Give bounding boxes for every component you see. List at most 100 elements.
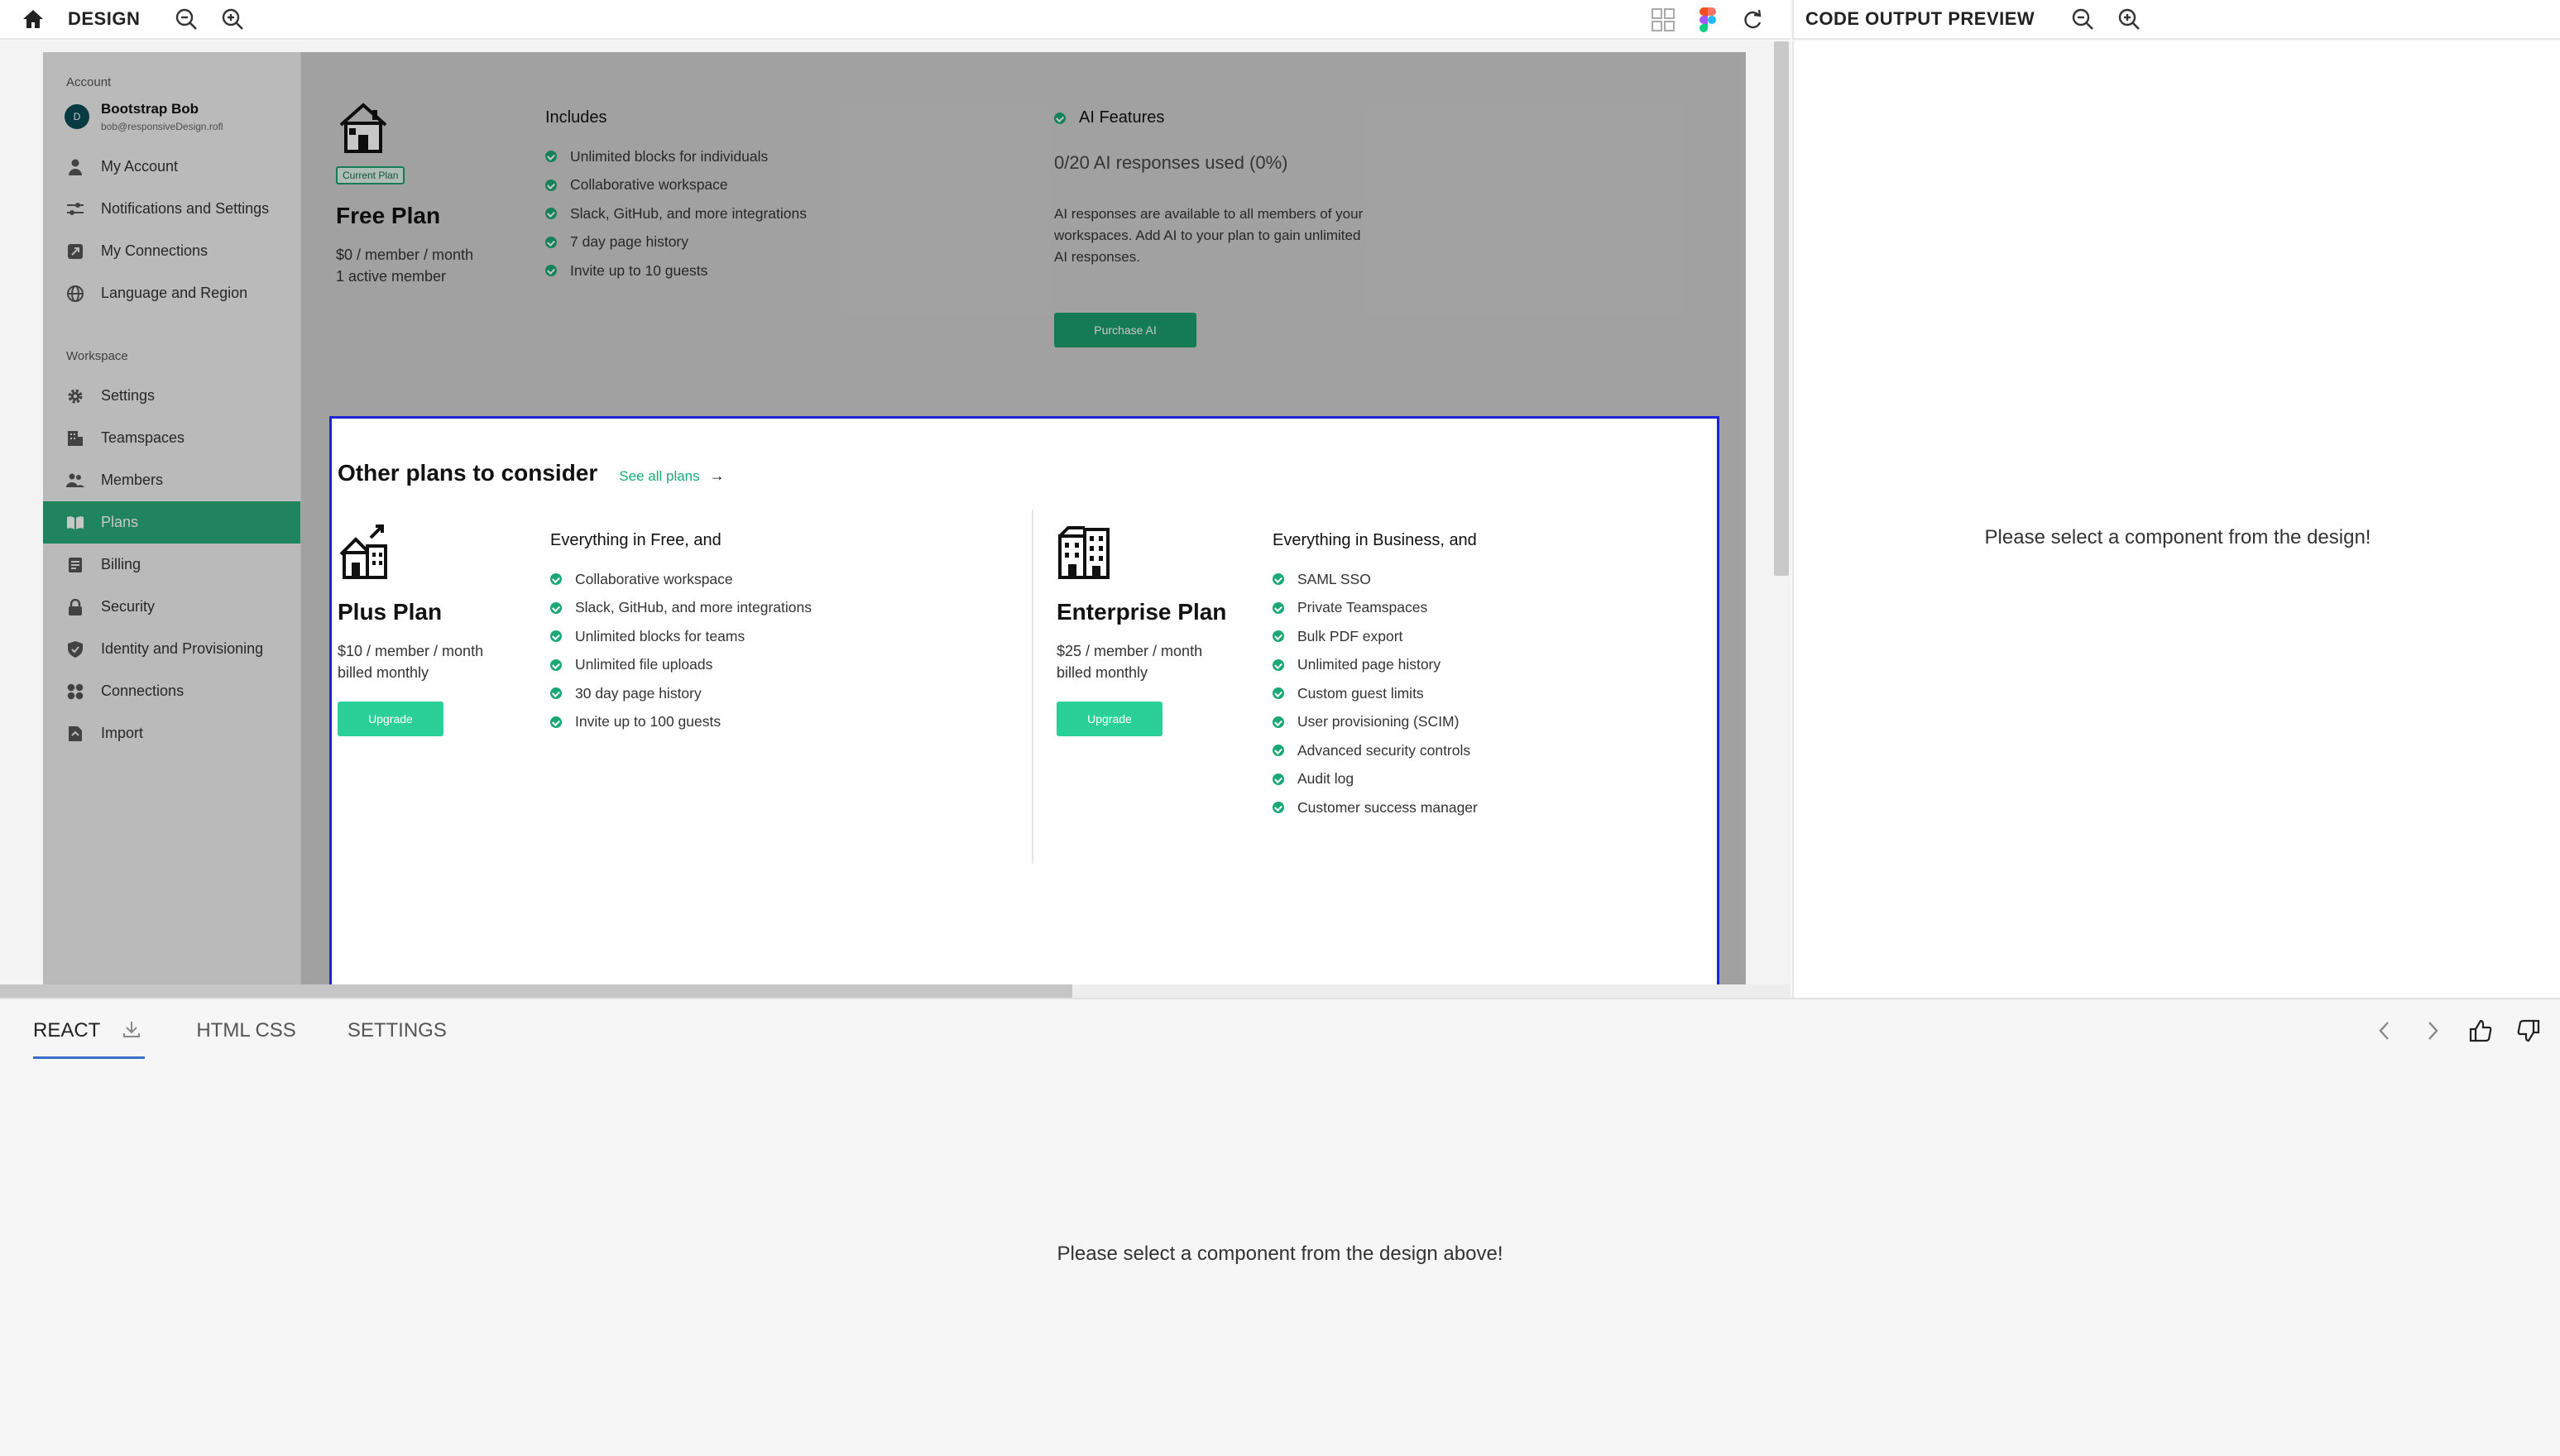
vertical-scrollbar[interactable]: [1774, 41, 1789, 576]
list-item: Private Teamspaces: [1273, 594, 1478, 623]
sidebar-item-settings[interactable]: Settings: [43, 375, 300, 417]
see-all-plans-link[interactable]: See all plans: [619, 468, 699, 485]
horizontal-scrollbar[interactable]: [0, 984, 1072, 998]
sidebar-item-plans[interactable]: Plans: [43, 501, 300, 544]
enterprise-plan-name: Enterprise Plan: [1057, 599, 1227, 625]
list-item: Collaborative workspace: [550, 565, 812, 594]
settings-sidebar: Account D Bootstrap Bob bob@responsiveDe…: [43, 52, 301, 984]
plus-features-list: Everything in Free, and Collaborative wo…: [550, 531, 812, 736]
preview-toolbar: CODE OUTPUT PREVIEW: [1792, 0, 2560, 40]
sidebar-item-identity[interactable]: Identity and Provisioning: [43, 628, 300, 670]
zoom-out-icon[interactable]: [168, 1, 204, 37]
list-item: Unlimited page history: [1273, 651, 1478, 680]
sidebar-item-label: Language and Region: [101, 285, 248, 301]
tab-settings[interactable]: SETTINGS: [348, 1019, 447, 1059]
thumbs-down-icon[interactable]: [2510, 1013, 2547, 1049]
list-item: 7 day page history: [545, 228, 807, 257]
check-icon: [1273, 573, 1284, 586]
design-frame[interactable]: Account D Bootstrap Bob bob@responsiveDe…: [43, 52, 1746, 984]
horizontal-scrollbar-track[interactable]: [0, 984, 1791, 998]
list-item: Collaborative workspace: [545, 171, 807, 200]
list-item: Customer success manager: [1273, 793, 1478, 822]
plus-plan-price: $10 / member / month: [338, 643, 484, 659]
list-item: SAML SSO: [1273, 565, 1478, 594]
check-icon: [550, 687, 562, 700]
check-icon: [550, 573, 562, 586]
tab-html-css[interactable]: HTML CSS: [196, 1019, 295, 1059]
enterprise-features-list: Everything in Business, and SAML SSO Pri…: [1273, 531, 1478, 822]
check-icon: [550, 601, 562, 614]
check-icon: [1273, 745, 1284, 757]
list-item: User provisioning (SCIM): [1273, 708, 1478, 737]
design-title: DESIGN: [68, 8, 141, 29]
sidebar-item-label: Teamspaces: [101, 429, 185, 446]
sidebar-item-members[interactable]: Members: [43, 459, 300, 501]
user-profile[interactable]: D Bootstrap Bob bob@responsiveDesign.rof…: [43, 101, 300, 132]
check-icon: [545, 265, 557, 277]
tab-react[interactable]: REACT: [33, 1019, 146, 1059]
code-output-preview: Please select a component from the desig…: [1792, 41, 2560, 998]
enterprise-upgrade-button[interactable]: Upgrade: [1057, 702, 1163, 736]
plus-plan-card: Plus Plan $10 / member / month billed mo…: [338, 524, 483, 736]
design-toolbar: DESIGN: [0, 0, 1791, 40]
check-icon: [1273, 716, 1284, 728]
zoom-out-icon[interactable]: [2064, 1, 2101, 37]
sidebar-item-connections[interactable]: Connections: [43, 670, 300, 712]
arrow-right-icon[interactable]: →: [710, 467, 725, 485]
sidebar-item-label: Plans: [101, 514, 139, 530]
current-plan-card: Current Plan Free Plan $0 / member / mon…: [336, 102, 473, 287]
chevron-right-icon[interactable]: [2414, 1013, 2451, 1049]
account-section-label: Account: [66, 75, 112, 89]
file-icon: [66, 725, 84, 743]
thumbs-up-icon[interactable]: [2462, 1013, 2499, 1049]
download-icon[interactable]: [122, 1019, 141, 1045]
check-icon: [1273, 802, 1284, 814]
other-plans-title: Other plans to consider: [338, 460, 598, 486]
plus-upgrade-button[interactable]: Upgrade: [338, 702, 443, 736]
design-canvas[interactable]: Account D Bootstrap Bob bob@responsiveDe…: [0, 41, 1791, 984]
figma-icon[interactable]: [1690, 2, 1726, 38]
ai-features-card: AI Features 0/20 AI responses used (0%) …: [1054, 108, 1369, 347]
sidebar-item-teamspaces[interactable]: Teamspaces: [43, 417, 300, 459]
building-icon: [66, 429, 84, 448]
purchase-ai-button[interactable]: Purchase AI: [1054, 313, 1196, 347]
sidebar-item-language[interactable]: Language and Region: [43, 272, 300, 314]
includes-list: Includes Unlimited blocks for individual…: [545, 108, 807, 285]
user-email: bob@responsiveDesign.rofl: [101, 121, 223, 132]
app-window: DESIGN CODE OUTPUT PREVIEW Account D Boo…: [0, 0, 2560, 1456]
list-item: Unlimited blocks for individuals: [545, 142, 807, 171]
building-icon: [1057, 524, 1111, 581]
list-item: Unlimited file uploads: [550, 651, 812, 680]
refresh-icon[interactable]: [1734, 2, 1771, 38]
sidebar-item-billing[interactable]: Billing: [43, 544, 300, 586]
list-item: Slack, GitHub, and more integrations: [550, 594, 812, 623]
ai-title: AI Features: [1079, 108, 1165, 127]
other-plans-panel[interactable]: Other plans to consider See all plans → …: [329, 416, 1719, 984]
sidebar-item-label: Members: [101, 472, 164, 488]
chevron-left-icon[interactable]: [2366, 1013, 2403, 1049]
sidebar-item-import[interactable]: Import: [43, 712, 300, 754]
list-item: Audit log: [1273, 765, 1478, 794]
house-icon: [336, 102, 391, 155]
sidebar-item-label: Import: [101, 725, 144, 741]
sidebar-item-my-account[interactable]: My Account: [43, 146, 300, 188]
check-icon: [550, 716, 562, 728]
sidebar-item-label: My Account: [101, 158, 179, 175]
link-box-icon: [66, 242, 84, 261]
sidebar-item-security[interactable]: Security: [43, 586, 300, 628]
house-icon: [338, 524, 392, 581]
sidebar-item-label: My Connections: [101, 242, 209, 259]
grid-view-icon[interactable]: [1645, 2, 1681, 38]
check-icon: [1273, 659, 1284, 671]
sidebar-item-notifications[interactable]: Notifications and Settings: [43, 188, 300, 230]
plans-divider: [1032, 510, 1033, 864]
list-item: Advanced security controls: [1273, 736, 1478, 765]
sidebar-item-my-connections[interactable]: My Connections: [43, 230, 300, 272]
zoom-in-icon[interactable]: [214, 1, 251, 37]
plus-plan-billing: billed monthly: [338, 664, 429, 681]
zoom-in-icon[interactable]: [2111, 1, 2147, 37]
home-icon[interactable]: [15, 1, 51, 37]
ai-description: AI responses are available to all member…: [1054, 206, 1364, 265]
people-icon: [66, 472, 84, 490]
list-item: Slack, GitHub, and more integrations: [545, 199, 807, 228]
